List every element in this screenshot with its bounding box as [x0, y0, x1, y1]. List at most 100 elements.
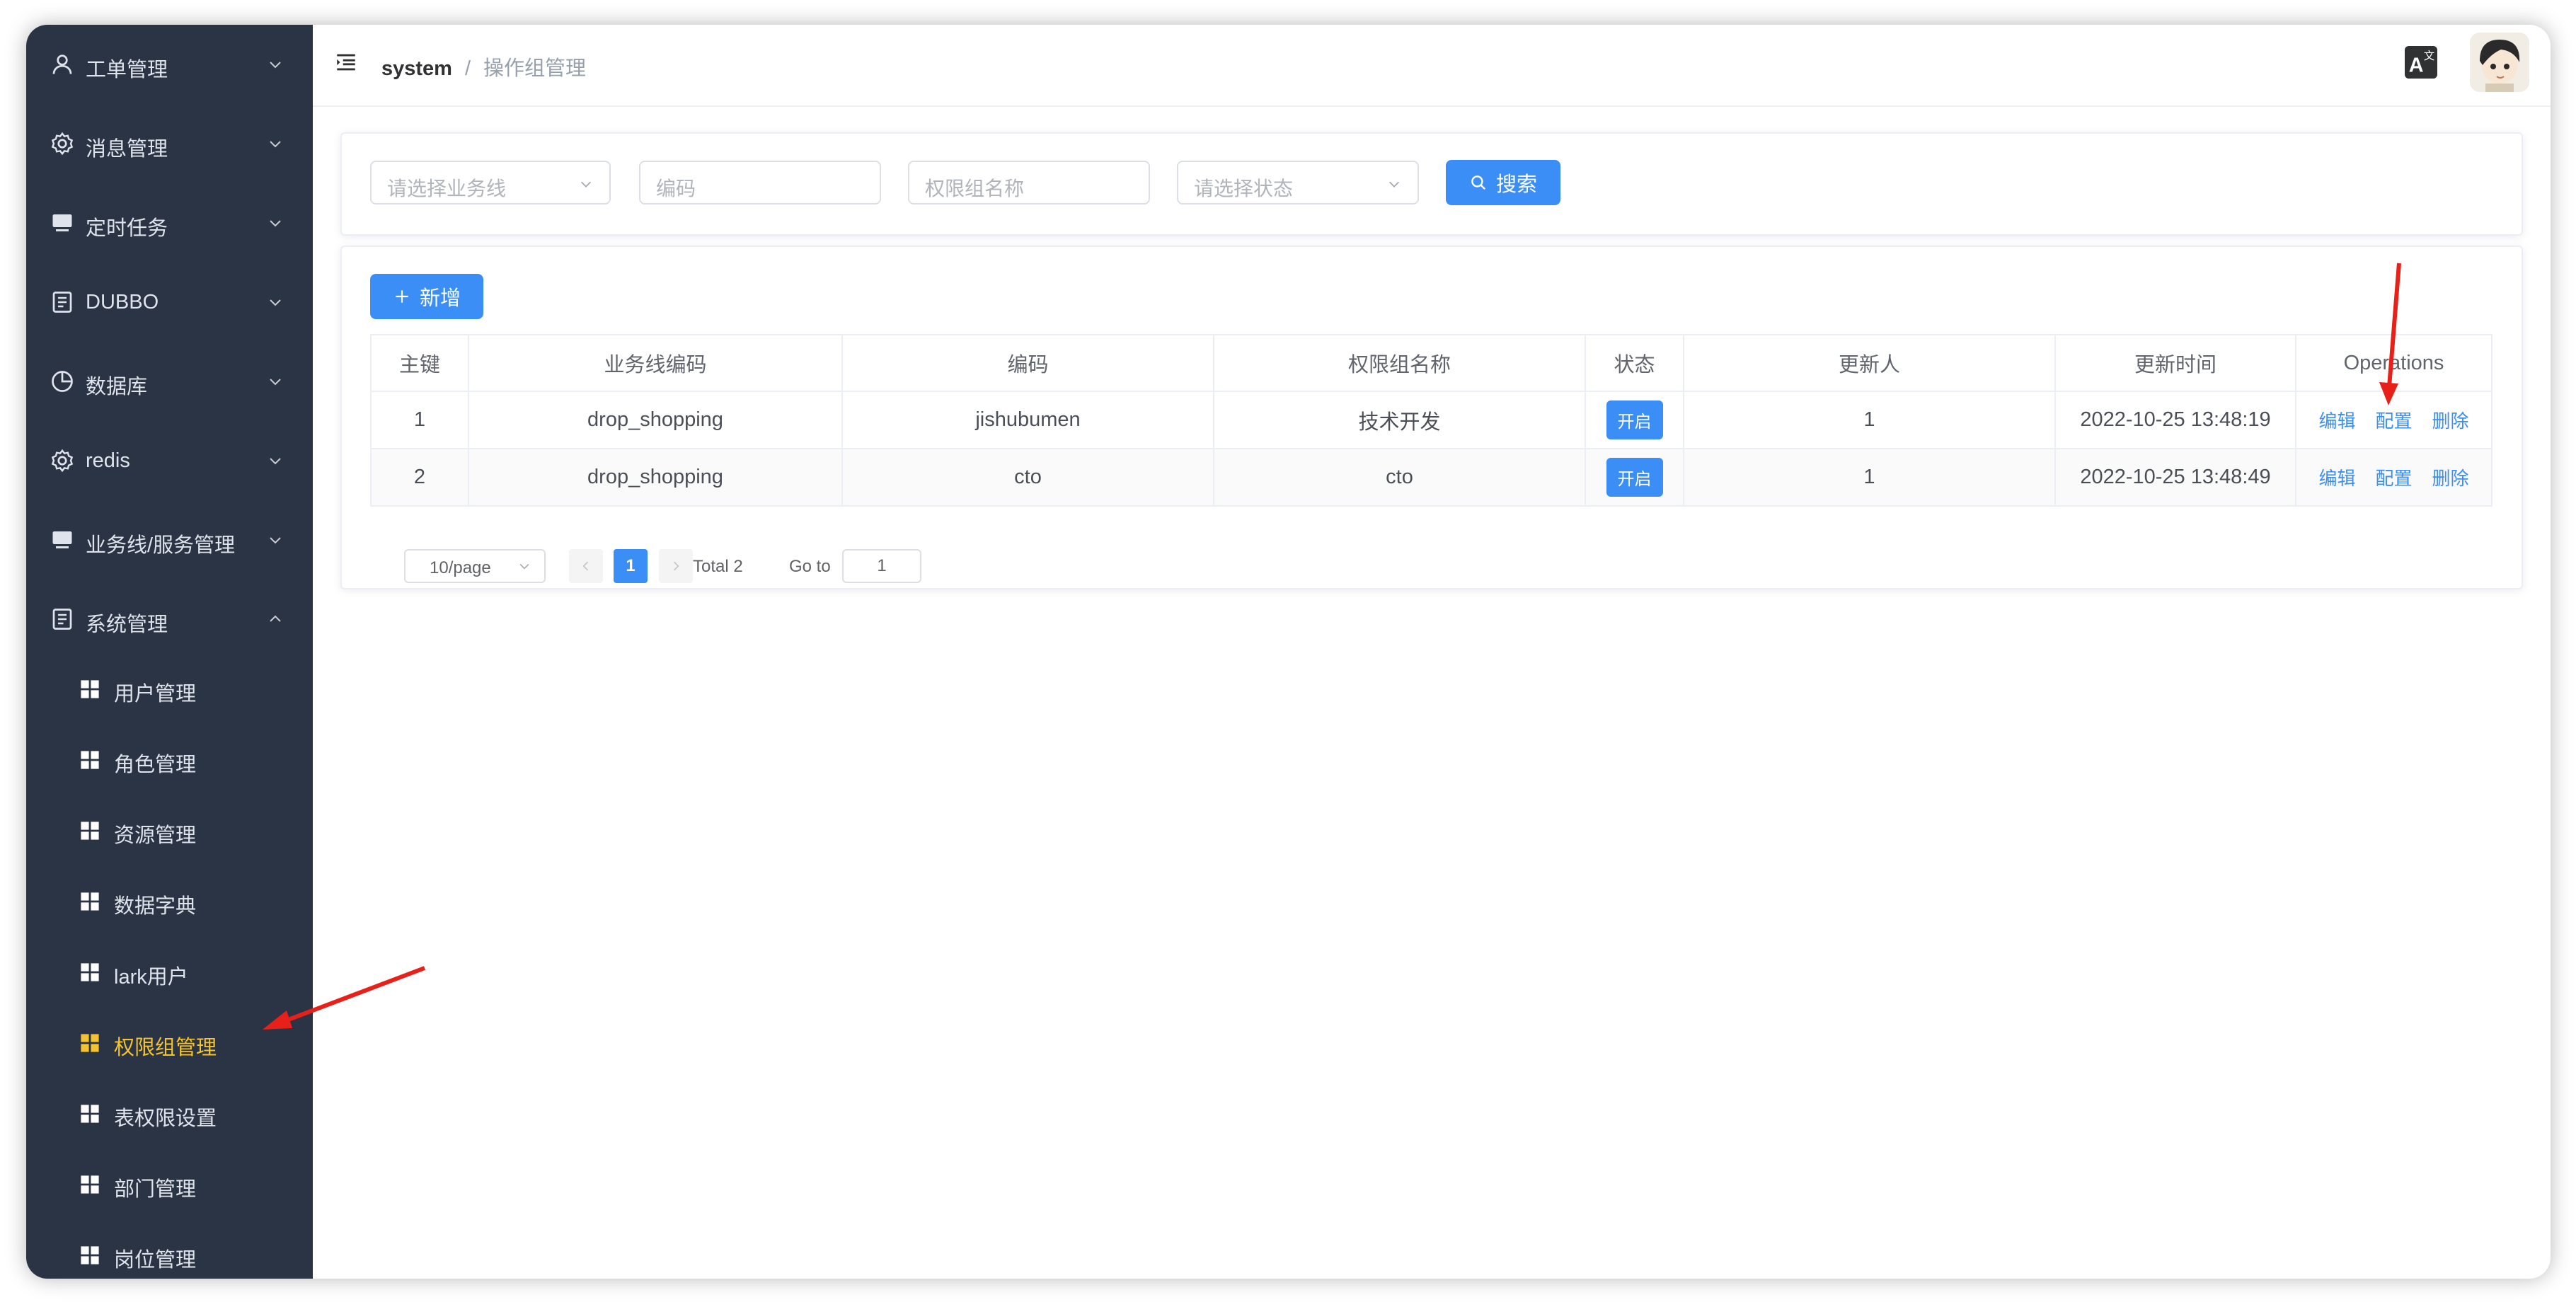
- config-link[interactable]: 配置: [2375, 468, 2412, 489]
- sidebar-item-table-permissions[interactable]: 表权限设置: [26, 1078, 313, 1149]
- breadcrumb-root[interactable]: system: [381, 57, 452, 80]
- sidebar-menu-label: 系统管理: [86, 613, 168, 636]
- business-line-select[interactable]: 请选择业务线: [370, 161, 611, 204]
- sidebar-item-label: 表权限设置: [114, 1107, 217, 1130]
- sidebar-menu-dubbo[interactable]: DUBBO: [26, 263, 313, 342]
- table-row: 2 drop_shopping cto cto 开启 1 2022-10-25 …: [370, 448, 2492, 507]
- cell-name: 技术开发: [1213, 391, 1586, 449]
- search-button[interactable]: 搜索: [1446, 160, 1560, 205]
- grid-icon: [81, 1175, 99, 1194]
- grid-icon: [81, 1105, 99, 1123]
- sidebar-item-permission-groups[interactable]: 权限组管理: [26, 1008, 313, 1078]
- status-badge[interactable]: 开启: [1606, 401, 1663, 439]
- avatar[interactable]: [2470, 33, 2529, 92]
- sidebar-menu-label: 数据库: [86, 376, 148, 398]
- column-header: 更新时间: [2054, 334, 2296, 392]
- sidebar-item-users[interactable]: 用户管理: [26, 654, 313, 725]
- current-page[interactable]: 1: [614, 549, 648, 583]
- grid-icon: [81, 963, 99, 981]
- monitor-icon: [52, 531, 72, 548]
- svg-text:A: A: [2409, 54, 2424, 76]
- status-badge[interactable]: 开启: [1606, 458, 1663, 497]
- cell-updater: 1: [1683, 448, 2056, 507]
- group-name-input[interactable]: 权限组名称: [908, 161, 1150, 204]
- sidebar-item-label: 岗位管理: [114, 1249, 197, 1272]
- avatar-illustration-icon: [2470, 33, 2529, 92]
- grid-icon: [81, 1034, 99, 1052]
- edit-link[interactable]: 编辑: [2318, 410, 2355, 432]
- sidebar: 工单管理 消息管理 定时任务 DUBBO 数据库 redis 业务线/服务管理 …: [26, 25, 313, 1279]
- chevron-down-icon: [270, 220, 281, 227]
- delete-link[interactable]: 删除: [2432, 468, 2469, 489]
- config-link[interactable]: 配置: [2375, 410, 2412, 432]
- sidebar-menu-business-services[interactable]: 业务线/服务管理: [26, 500, 313, 580]
- sidebar-item-label: 角色管理: [114, 754, 197, 776]
- table-header-row: 主键 业务线编码 编码 权限组名称 状态 更新人 更新时间 Operations: [370, 334, 2492, 392]
- translate-icon[interactable]: A文: [2405, 46, 2437, 79]
- search-panel: 请选择业务线 编码 权限组名称 请选择状态 搜索: [340, 132, 2523, 236]
- user-icon: [52, 54, 72, 74]
- chevron-down-icon: [270, 458, 281, 465]
- sidebar-menu-tickets[interactable]: 工单管理: [26, 25, 313, 104]
- table-row: 1 drop_shopping jishubumen 技术开发 开启 1 202…: [370, 391, 2492, 449]
- sidebar-item-roles[interactable]: 角色管理: [26, 725, 313, 795]
- sidebar-item-label: 权限组管理: [114, 1037, 217, 1059]
- add-button[interactable]: 新增: [370, 274, 483, 319]
- sidebar-menu-label: 定时任务: [86, 217, 168, 240]
- monitor-icon: [52, 214, 72, 231]
- grid-icon: [81, 892, 99, 911]
- delete-link[interactable]: 删除: [2432, 410, 2469, 432]
- search-button-label: 搜索: [1495, 173, 1537, 196]
- sidebar-menu-label: 业务线/服务管理: [86, 534, 236, 557]
- cell-operations: 编辑 配置 删除: [2295, 391, 2492, 449]
- chevron-down-icon: [270, 537, 281, 544]
- pagination-total: Total 2: [693, 557, 743, 576]
- grid-icon: [81, 751, 99, 769]
- page-size-select[interactable]: 10/page: [404, 549, 546, 583]
- sidebar-menu-database[interactable]: 数据库: [26, 342, 313, 421]
- cell-business-code: drop_shopping: [468, 391, 843, 449]
- plus-icon: [396, 290, 408, 303]
- cell-updater: 1: [1683, 391, 2056, 449]
- cell-name: cto: [1213, 448, 1586, 507]
- column-header: 主键: [370, 334, 469, 392]
- edit-link[interactable]: 编辑: [2318, 468, 2355, 489]
- sidebar-item-departments[interactable]: 部门管理: [26, 1149, 313, 1220]
- document-icon: [52, 609, 72, 630]
- prev-page-button[interactable]: [569, 549, 603, 583]
- permission-group-table: 主键 业务线编码 编码 权限组名称 状态 更新人 更新时间 Operations…: [370, 334, 2492, 507]
- breadcrumb-separator: /: [464, 57, 471, 80]
- column-header: Operations: [2295, 334, 2492, 392]
- cell-operations: 编辑 配置 删除: [2295, 448, 2492, 507]
- code-placeholder: 编码: [656, 178, 696, 200]
- next-page-button[interactable]: [659, 549, 693, 583]
- menu-fold-icon[interactable]: [334, 50, 358, 74]
- column-header: 状态: [1585, 334, 1684, 392]
- sidebar-item-label: 用户管理: [114, 683, 197, 705]
- chevron-right-icon: [673, 561, 679, 571]
- sidebar-item-label: 部门管理: [114, 1178, 197, 1201]
- sidebar-item-dictionary[interactable]: 数据字典: [26, 866, 313, 937]
- column-header: 更新人: [1683, 334, 2056, 392]
- sidebar-menu-messages[interactable]: 消息管理: [26, 104, 313, 183]
- business-line-placeholder: 请选择业务线: [387, 178, 507, 200]
- sidebar-item-positions[interactable]: 岗位管理: [26, 1220, 313, 1279]
- chevron-down-icon: [1388, 181, 1400, 188]
- sidebar-menu-redis[interactable]: redis: [26, 421, 313, 500]
- sidebar-item-lark-users[interactable]: lark用户: [26, 937, 313, 1008]
- sidebar-menu-label: DUBBO: [86, 291, 159, 313]
- cell-status: 开启: [1585, 391, 1684, 449]
- sidebar-menu-scheduled-tasks[interactable]: 定时任务: [26, 183, 313, 263]
- gear-icon: [51, 132, 74, 156]
- code-input[interactable]: 编码: [639, 161, 881, 204]
- chevron-down-icon: [270, 299, 281, 306]
- goto-page-input[interactable]: 1: [842, 549, 921, 583]
- sidebar-menu-system[interactable]: 系统管理: [26, 580, 313, 659]
- status-select[interactable]: 请选择状态: [1177, 161, 1419, 204]
- chevron-down-icon: [519, 563, 529, 570]
- sidebar-item-resources[interactable]: 资源管理: [26, 795, 313, 866]
- grid-icon: [81, 822, 99, 840]
- sidebar-item-label: 资源管理: [114, 824, 197, 847]
- add-button-label: 新增: [419, 287, 461, 310]
- cell-updated-at: 2022-10-25 13:48:49: [2054, 448, 2296, 507]
